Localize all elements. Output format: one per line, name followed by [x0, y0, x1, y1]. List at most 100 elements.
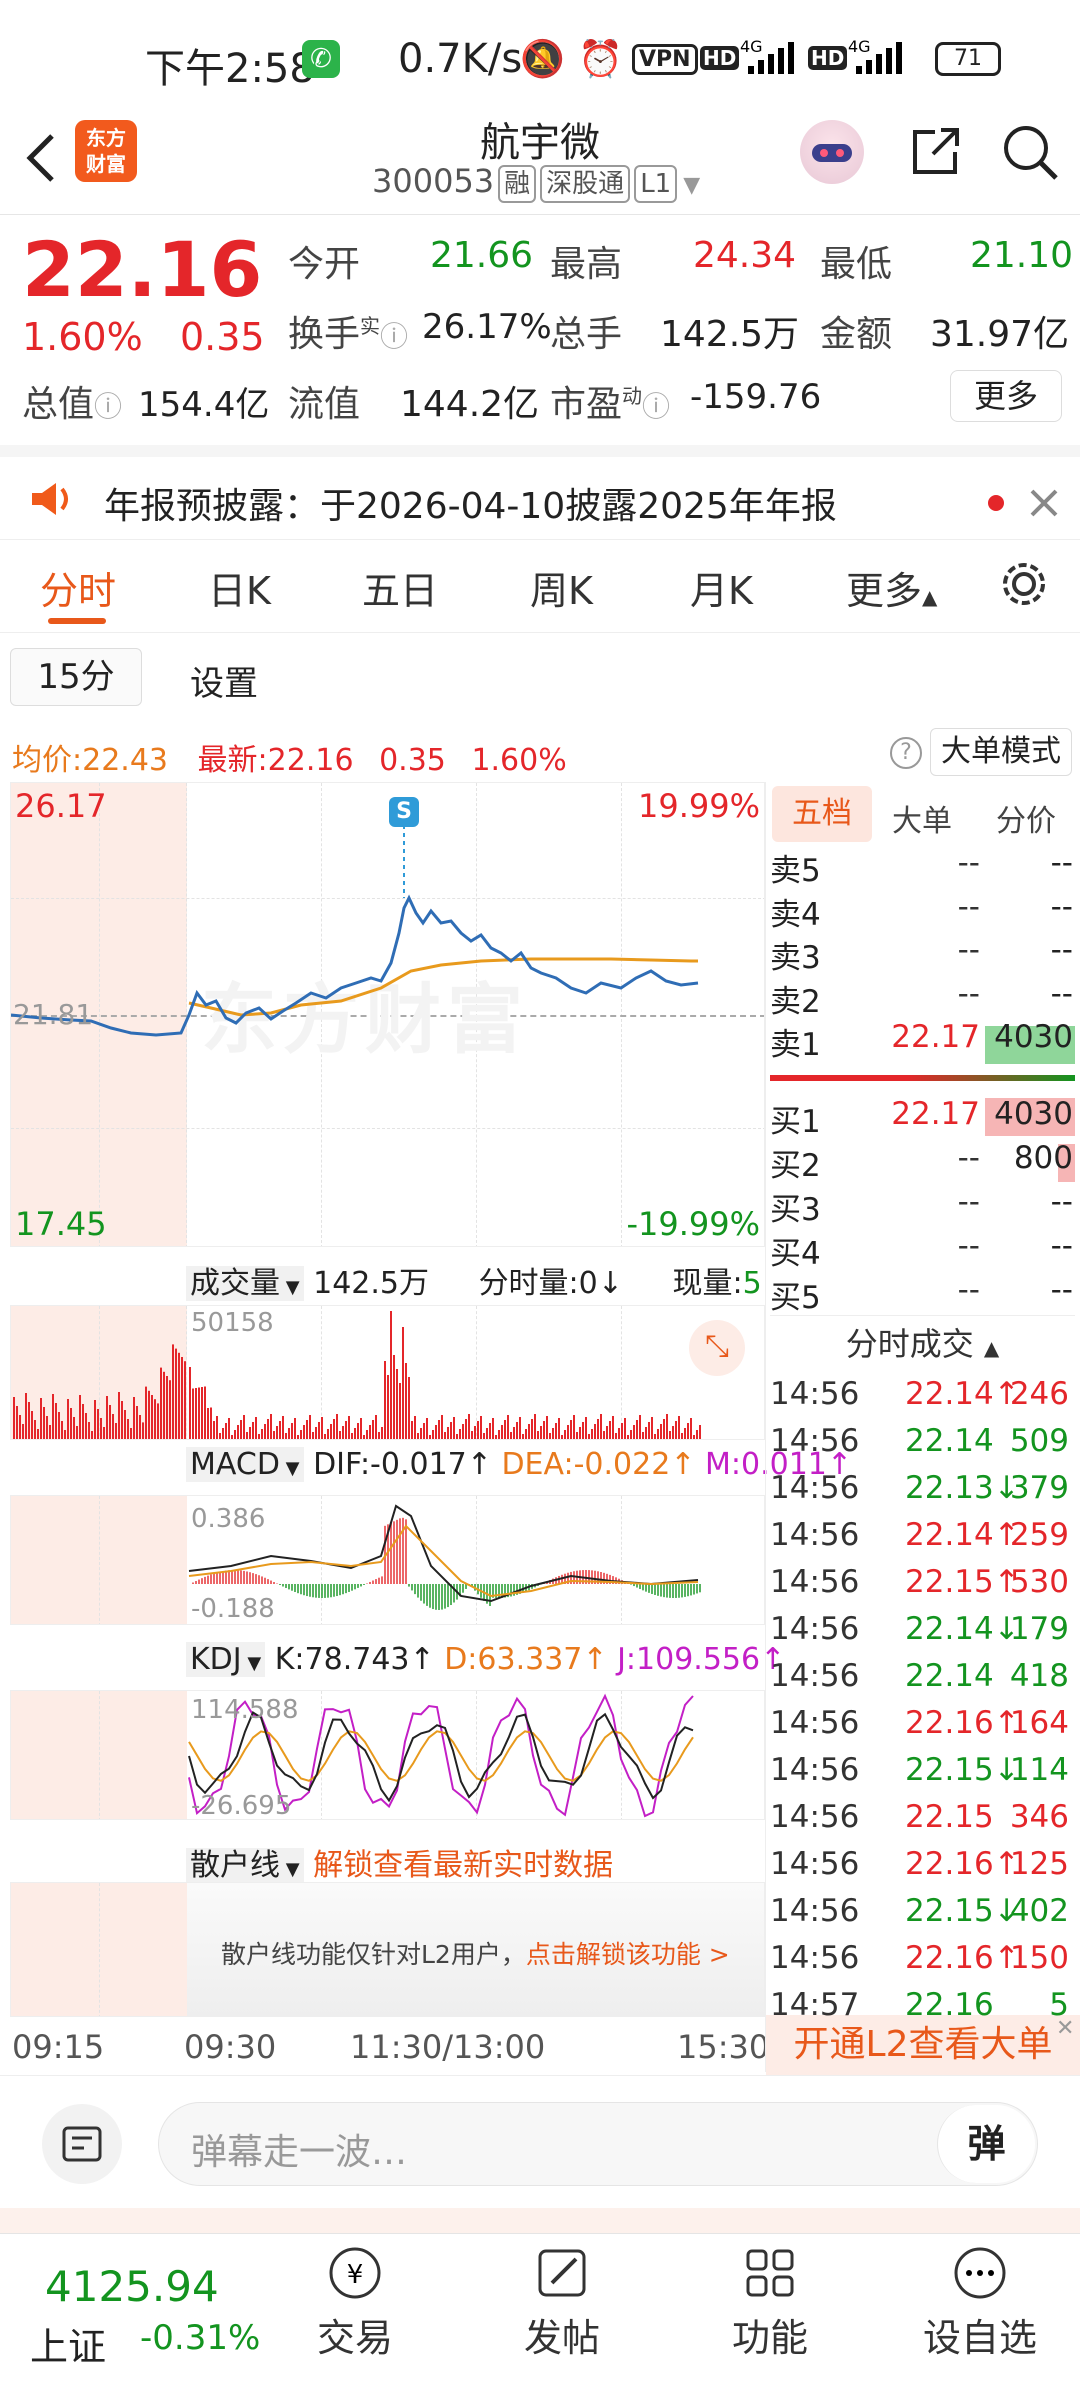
- volume-bar: [546, 1416, 548, 1439]
- latest-price: 22.16: [267, 743, 354, 778]
- more-dots-icon: [954, 2247, 1006, 2299]
- volume-bar: [243, 1415, 245, 1439]
- volume-bar: [651, 1417, 653, 1439]
- volume-bar: [213, 1421, 215, 1439]
- macd-bar: [651, 1584, 653, 1594]
- macd-bar: [255, 1574, 257, 1584]
- macd-bar: [363, 1584, 365, 1585]
- stock-header: 东方 财富 航宇微 300053 融深股通 L1 ▼: [0, 110, 1080, 215]
- volume-bar: [426, 1418, 428, 1439]
- volume-indicator-select[interactable]: 成交量 ▼: [186, 1266, 304, 1301]
- orderbook-tab-price[interactable]: 分价: [996, 796, 1056, 840]
- ask-row-4[interactable]: 卖4 -- --: [770, 889, 1075, 933]
- ask-row-5[interactable]: 卖5 -- --: [770, 845, 1075, 889]
- volume-bar: [222, 1428, 224, 1439]
- avg-price: 22.43: [82, 743, 168, 778]
- volume-bar: [169, 1380, 171, 1439]
- share-icon[interactable]: [905, 122, 965, 182]
- tick-time: 14:56: [770, 1517, 860, 1553]
- interval-button[interactable]: 15分: [10, 648, 142, 706]
- volume-bar: [82, 1404, 84, 1439]
- stock-code-line[interactable]: 300053 融深股通 L1 ▼: [372, 162, 700, 203]
- volume-bar: [690, 1418, 692, 1439]
- s-marker[interactable]: S: [389, 797, 419, 827]
- index-pct[interactable]: -0.31%: [140, 2318, 260, 2358]
- retail-unlock-link[interactable]: 解锁查看最新实时数据: [313, 1848, 613, 1883]
- tab-five-day[interactable]: 五日: [362, 560, 438, 615]
- volume-bar: [672, 1426, 674, 1439]
- chart-settings-button[interactable]: 设置: [190, 656, 258, 705]
- bid-row-2[interactable]: 买2 -- 800: [770, 1140, 1075, 1184]
- help-icon[interactable]: ?: [890, 737, 922, 769]
- danmu-toggle-button[interactable]: 弹: [937, 2105, 1035, 2183]
- tick-time: 14:56: [770, 1658, 860, 1694]
- orderbook-tab-five[interactable]: 五档: [772, 786, 872, 842]
- bid-row-1[interactable]: 买1 22.17 4030: [770, 1096, 1075, 1140]
- macd-bar: [351, 1584, 353, 1591]
- volume-bar: [372, 1420, 374, 1439]
- hd-badge-1: HD: [700, 46, 740, 70]
- volume-bar: [207, 1408, 209, 1439]
- danmu-input[interactable]: 弹幕走一波… 弹: [158, 2102, 1038, 2186]
- tab-daily-k[interactable]: 日K: [208, 560, 271, 615]
- macd-indicator-select[interactable]: MACD ▼: [186, 1447, 304, 1482]
- tab-more[interactable]: 更多▲: [846, 560, 937, 615]
- orderbook-price: --: [957, 888, 980, 925]
- tick-price: 22.15↓: [905, 1752, 1020, 1788]
- volume-bar: [121, 1401, 123, 1439]
- intraday-chart[interactable]: 东方财富 S 26.17 17.45 21.81 19.99% -19.99%: [10, 782, 765, 1247]
- back-arrow-icon[interactable]: [18, 128, 64, 188]
- ticks-header[interactable]: 分时成交 ▲: [770, 1315, 1075, 1371]
- close-icon[interactable]: [1028, 487, 1060, 519]
- notice-bar[interactable]: 年报预披露：于2026-04-10披露2025年年报: [0, 445, 1080, 540]
- ask-row-3[interactable]: 卖3 -- --: [770, 932, 1075, 976]
- nav-post[interactable]: 发帖: [492, 2245, 632, 2362]
- volume-bar: [216, 1416, 218, 1439]
- ask-row-1[interactable]: 卖1 22.17 4030: [770, 1019, 1075, 1063]
- tab-weekly-k[interactable]: 周K: [530, 560, 593, 615]
- macd-bar: [342, 1584, 344, 1595]
- robot-avatar-icon[interactable]: [800, 120, 864, 184]
- bid-row-5[interactable]: 买5 -- --: [770, 1272, 1075, 1316]
- tick-price: 22.13↓: [905, 1470, 1020, 1506]
- nav-add-watchlist[interactable]: 设自选: [910, 2245, 1050, 2362]
- bid-row-4[interactable]: 买4 -- --: [770, 1228, 1075, 1272]
- amount-label: 金额: [820, 314, 893, 355]
- orderbook-price: 22.17: [891, 1019, 980, 1055]
- retail-indicator-select[interactable]: 散户线 ▼: [186, 1848, 304, 1883]
- settings-gear-icon[interactable]: [998, 558, 1050, 610]
- index-name[interactable]: 上证: [30, 2316, 106, 2371]
- tab-monthly-k[interactable]: 月K: [690, 560, 753, 615]
- nav-trade[interactable]: ¥ 交易: [285, 2245, 425, 2362]
- volume-bar: [291, 1423, 293, 1439]
- volume-bar: [573, 1415, 575, 1439]
- volume-bar: [139, 1415, 141, 1439]
- orderbook-tab-big[interactable]: 大单: [892, 796, 952, 840]
- nav-functions[interactable]: 功能: [700, 2245, 840, 2362]
- volume-bar: [85, 1413, 87, 1439]
- retail-unlock-cta[interactable]: 点击解锁该功能 >: [526, 1940, 730, 1969]
- tab-intraday[interactable]: 分时: [40, 560, 116, 615]
- macd-bar: [249, 1572, 251, 1584]
- tick-price: 22.14↑: [905, 1517, 1020, 1553]
- info-line: 均价:22.43 最新:22.16 0.35 1.60%: [12, 743, 567, 778]
- macd-bar: [216, 1572, 218, 1584]
- volume-bar: [130, 1428, 132, 1439]
- volume-bar: [270, 1414, 272, 1439]
- big-order-mode-button[interactable]: 大单模式: [930, 728, 1072, 776]
- bid-row-3[interactable]: 买3 -- --: [770, 1184, 1075, 1228]
- search-icon[interactable]: [1000, 122, 1062, 184]
- danmu-list-icon[interactable]: [42, 2104, 122, 2184]
- more-button[interactable]: 更多: [950, 370, 1062, 422]
- kdj-indicator-select[interactable]: KDJ ▼: [186, 1642, 266, 1677]
- volume-bar: [279, 1421, 281, 1439]
- ask-row-2[interactable]: 卖2 -- --: [770, 976, 1075, 1020]
- volume-bar: [387, 1375, 389, 1439]
- volume-bar: [669, 1431, 671, 1439]
- index-value[interactable]: 4125.94: [45, 2262, 219, 2311]
- macd-bar: [285, 1584, 287, 1588]
- expand-icon[interactable]: ⤡: [689, 1320, 745, 1376]
- change-pct: 1.60%: [22, 315, 143, 359]
- macd-bar: [666, 1584, 668, 1598]
- tick-volume: 346: [1009, 1799, 1069, 1835]
